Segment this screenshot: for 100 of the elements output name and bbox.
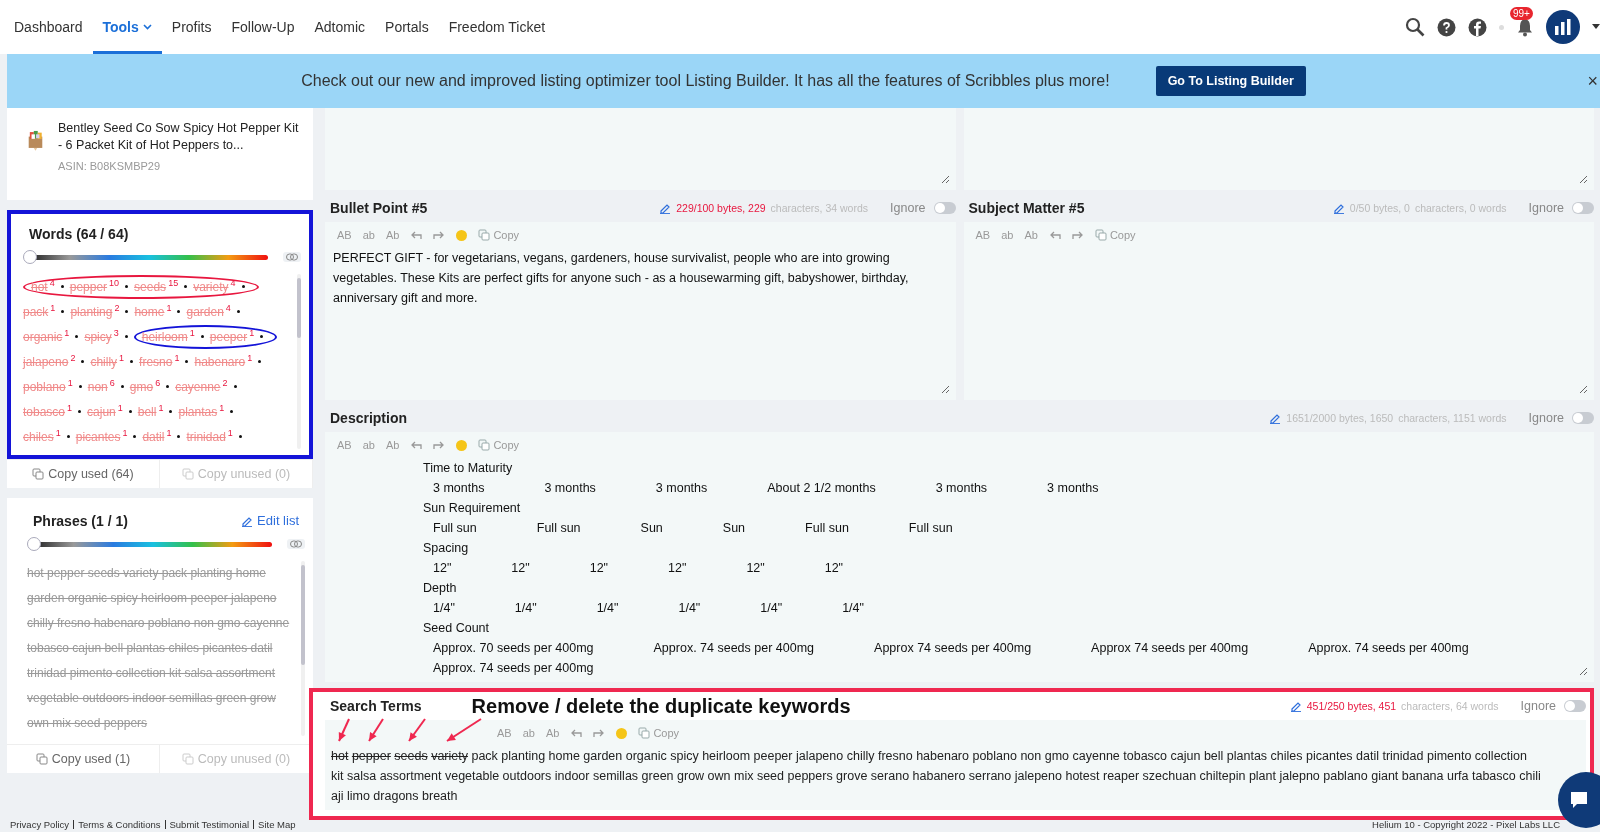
resize-grip-icon [1579,667,1588,676]
undo-icon [410,230,423,240]
character-word-count: characters, 34 words [770,202,869,214]
byte-count: 451/250 bytes, 451 [1306,700,1397,712]
copy-icon [478,439,491,451]
nav-tab[interactable]: Adtomic [304,0,376,54]
spec-value: Approx. 74 seeds per 400mg [1308,640,1469,657]
spec-value: Full sun [805,520,849,537]
ignore-toggle[interactable] [933,202,956,214]
case-button[interactable]: ab [1001,229,1014,241]
resize-grip-icon [940,175,950,184]
case-button[interactable]: Ab [385,229,400,241]
copy-button[interactable]: Copy used (64) [7,460,160,488]
case-button[interactable]: ab [362,229,375,241]
copy-button[interactable]: Copy [638,727,680,739]
slider-thumb[interactable] [23,250,37,264]
separator-dot [78,385,82,388]
separator-dot [120,385,124,388]
keyword-count: 1 [247,352,253,363]
slider-thumb[interactable] [27,537,41,551]
link-icon [286,253,298,261]
keyword-count: 1 [189,327,195,338]
case-button[interactable]: Ab [1024,229,1038,241]
facebook-icon [1468,17,1487,37]
copy-button[interactable]: Copy used (1) [7,745,160,773]
nav-tab[interactable]: Dashboard [4,0,93,54]
keyword-count: 1 [119,352,125,363]
chat-button[interactable] [1558,772,1600,828]
copy-button[interactable]: Copy [1094,229,1136,241]
separator-dot [128,410,132,413]
copy-button[interactable]: Copy [478,439,520,451]
emoji-icon[interactable] [456,439,468,451]
case-button[interactable]: AB [337,229,352,241]
keyword-count: 1 [67,377,73,388]
keyword: picantes [75,429,121,444]
separator-dot [124,335,128,338]
keyword: heirloom [141,329,188,344]
keyword-count: 1 [55,427,61,438]
separator-dot [133,435,137,438]
nav-tab[interactable]: Portals [375,0,439,54]
spec-value: 12" [433,560,452,577]
nav-tab[interactable]: Profits [161,0,222,54]
listing-builder-button[interactable]: Go To Listing Builder [1155,66,1306,96]
keyword: chilly [90,354,118,369]
keyword: trinidad [186,429,226,444]
footer-link[interactable]: Site Map [258,818,296,830]
emoji-icon[interactable] [456,229,468,241]
field-text: PERFECT GIFT - for vegetarians, vegans, gardeners, house survivalist, people who are into growing vegetables. These Kits are perfect gifts for anyone such - as a housewarming gift, babyshower, birthday, anniversary gift and more. [332,250,910,307]
keyword-count: 1 [117,402,123,413]
spec-value: 12" [746,560,765,577]
close-button[interactable]: × [1585,70,1600,92]
keyword: datil [142,429,165,444]
ignore-label: Ignore [1528,411,1564,425]
separator-dot [66,435,70,438]
text-area[interactable]: AB ab Ab Copy [963,222,1594,400]
keyword-count: 1 [158,402,164,413]
nav-tab[interactable]: Freedom Ticket [438,0,556,54]
help-icon [1437,17,1456,37]
ignore-toggle[interactable] [1564,700,1586,712]
case-button[interactable]: AB [337,439,352,451]
ignore-toggle[interactable] [1572,412,1594,424]
copy-button[interactable]: Copy [478,229,520,241]
annotation-arrow [446,718,482,742]
edit-list-link[interactable]: Edit list [235,512,305,529]
nav-tab[interactable]: Follow-Up [221,0,305,54]
spec-label: Seed Count [422,620,491,637]
copy-icon [478,229,491,241]
footer-link[interactable]: Submit Testimonial [169,818,250,830]
link-button[interactable] [287,539,305,549]
case-button[interactable]: Ab [545,727,560,739]
case-button[interactable]: AB [975,229,991,241]
text-area[interactable] [325,222,956,400]
keyword: gmo [129,379,154,394]
keyword-count: 15 [168,277,179,288]
case-button[interactable]: ab [522,727,535,739]
emoji-icon[interactable] [616,727,628,739]
footer-link[interactable]: Privacy Policy [10,818,70,830]
keyword: poblano [23,379,66,394]
bell-icon [1516,17,1534,37]
spec-value: 12" [511,560,530,577]
keyword: variety [193,279,229,294]
account-avatar[interactable] [1546,10,1580,44]
spec-label: Depth [422,580,458,597]
keyword: home [134,304,165,319]
case-button[interactable]: Ab [385,439,400,451]
keyword-count: 3 [113,327,119,338]
ignore-toggle[interactable] [1572,202,1594,214]
case-button[interactable]: AB [497,727,512,739]
keyword-count: 2 [222,377,228,388]
pencil-icon [1332,202,1345,214]
product-title: Bentley Seed Co Sow Spicy Hot Pepper Kit - 6 Packet Kit of Hot Peppers to... [58,120,300,154]
scrollbar[interactable] [297,274,301,449]
spec-value: Full sun [536,520,581,537]
footer-link[interactable]: Terms & Conditions [78,818,161,830]
link-button[interactable] [283,252,301,262]
scrollbar[interactable] [301,561,305,736]
separator-dot [177,435,181,438]
annotation-text: Remove / delete the duplicate keywords [471,694,851,718]
case-button[interactable]: ab [362,439,375,451]
spec-value: 1/4" [433,600,455,617]
